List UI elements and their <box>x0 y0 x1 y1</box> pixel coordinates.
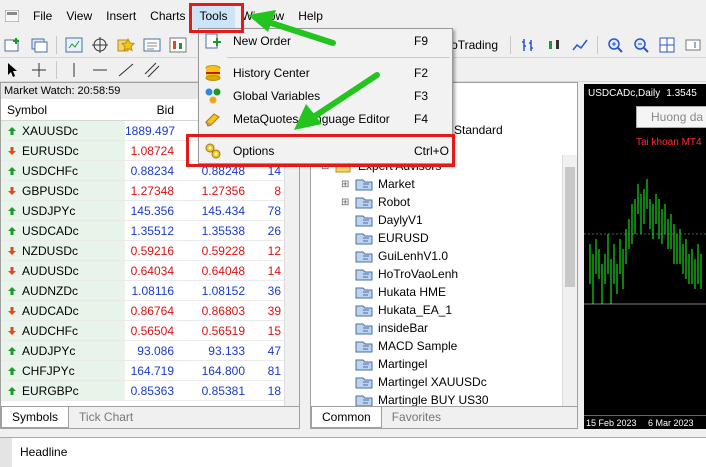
arrow-to-options <box>294 72 380 130</box>
annotation-arrows <box>248 10 380 130</box>
arrow-to-tools <box>248 10 336 46</box>
